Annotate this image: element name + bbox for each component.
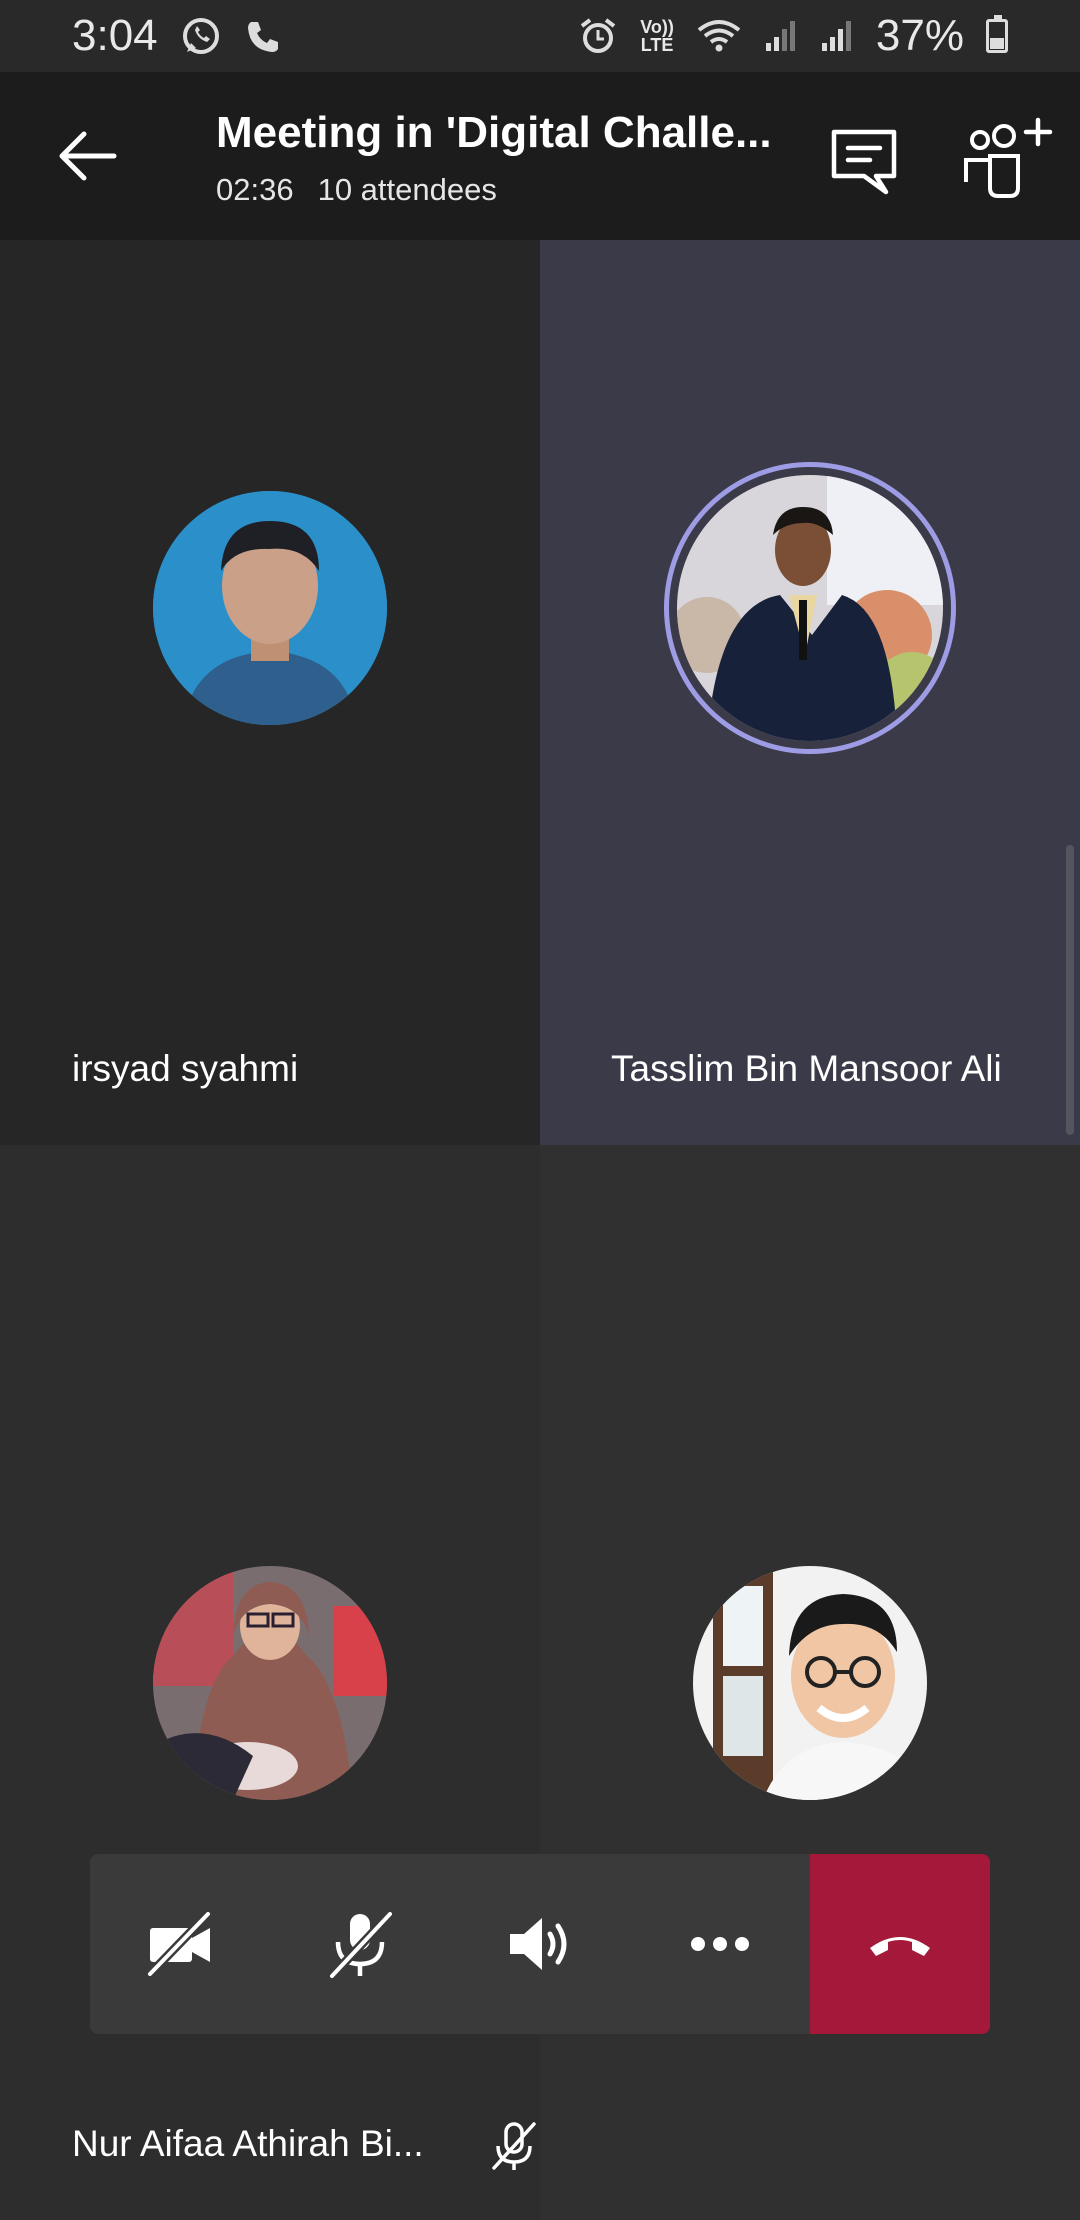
volte-icon: Vo)) LTE <box>640 18 674 54</box>
more-options-button[interactable] <box>630 1854 810 2034</box>
signal-icon-2 <box>820 19 854 53</box>
mic-off-icon <box>327 1909 395 1980</box>
back-arrow-icon[interactable] <box>48 116 128 196</box>
avatar <box>153 1566 387 1800</box>
avatar <box>693 1566 927 1800</box>
status-time: 3:04 <box>72 11 158 60</box>
speaker-icon <box>510 1918 567 1970</box>
volte-top-label: Vo)) <box>640 17 674 37</box>
phone-icon <box>244 18 280 54</box>
meeting-info: 02:36 10 attendees <box>216 172 497 208</box>
volte-bottom-label: LTE <box>640 35 674 55</box>
participant-name: irsyad syahmi <box>72 1048 299 1089</box>
speaker-button[interactable] <box>450 1854 630 2034</box>
hang-up-icon <box>870 1937 930 1956</box>
hang-up-button[interactable] <box>810 1854 990 2034</box>
signal-icon <box>764 19 798 53</box>
whatsapp-icon <box>180 15 222 57</box>
meeting-title: Meeting in 'Digital Challe... <box>216 108 772 157</box>
avatar <box>153 491 387 725</box>
battery-icon <box>986 15 1008 53</box>
wifi-icon <box>696 18 742 54</box>
chat-icon[interactable] <box>824 120 904 200</box>
battery-percent: 37% <box>875 11 964 60</box>
participant-name: Nur Aifaa Athirah Bi... <box>72 2123 424 2164</box>
mute-button[interactable] <box>270 1854 450 2034</box>
avatar <box>677 475 943 741</box>
video-off-icon <box>145 1909 213 1979</box>
alarm-icon <box>578 16 618 56</box>
camera-toggle-button[interactable] <box>90 1854 270 2034</box>
meeting-header: Meeting in 'Digital Challe... 02:36 10 a… <box>0 72 1080 240</box>
call-duration: 02:36 <box>216 172 294 207</box>
call-controls <box>90 1854 990 2034</box>
status-bar: 3:04 Vo)) LTE 37% <box>0 0 1080 72</box>
mic-muted-icon <box>492 2122 536 2170</box>
add-participant-icon[interactable] <box>962 116 1056 200</box>
scrollbar[interactable] <box>1066 845 1074 1135</box>
more-icon <box>691 1937 749 1951</box>
attendee-count[interactable]: 10 attendees <box>318 172 497 208</box>
participant-name: Tasslim Bin Mansoor Ali <box>611 1048 1002 1089</box>
